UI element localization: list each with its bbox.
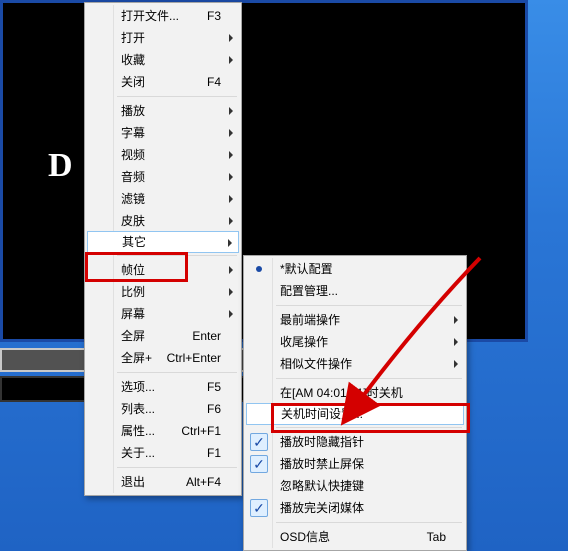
check-icon: ✓	[250, 433, 268, 451]
menu-label: 全屏+	[121, 351, 152, 365]
menu-ratio[interactable]: 比例	[87, 281, 239, 303]
menu-label: 相似文件操作	[280, 357, 352, 371]
menu-props[interactable]: 属性... Ctrl+F1	[87, 420, 239, 442]
app-letter: D	[48, 147, 73, 185]
submenu-shutdown-at[interactable]: 在[AM 04:01:01]时关机	[246, 382, 464, 404]
menu-label: 收藏	[121, 53, 145, 67]
chevron-right-icon	[229, 129, 233, 137]
menu-list[interactable]: 列表... F6	[87, 398, 239, 420]
menu-label: 最前端操作	[280, 313, 340, 327]
menu-label: 打开	[121, 31, 145, 45]
chevron-right-icon	[229, 34, 233, 42]
menu-exit[interactable]: 退出 Alt+F4	[87, 471, 239, 493]
chevron-right-icon	[228, 239, 232, 247]
menu-favorites[interactable]: 收藏	[87, 49, 239, 71]
submenu-tail-action[interactable]: 收尾操作	[246, 331, 464, 353]
shortcut: Ctrl+F1	[181, 420, 221, 442]
menu-label: 全屏	[121, 329, 145, 343]
submenu-config-manager[interactable]: 配置管理...	[246, 280, 464, 302]
chevron-right-icon	[229, 217, 233, 225]
menu-open-file[interactable]: 打开文件... F3	[87, 5, 239, 27]
menu-label: 在[AM 04:01:01]时关机	[280, 386, 403, 400]
chevron-right-icon	[229, 56, 233, 64]
menu-subtitle[interactable]: 字幕	[87, 122, 239, 144]
menu-skin[interactable]: 皮肤	[87, 210, 239, 232]
menu-label: 比例	[121, 285, 145, 299]
menu-label: 列表...	[121, 402, 155, 416]
menu-screen[interactable]: 屏幕	[87, 303, 239, 325]
context-menu: 打开文件... F3 打开 收藏 关闭 F4 播放 字幕 视频 音频 滤镜 皮肤…	[84, 2, 242, 496]
chevron-right-icon	[229, 195, 233, 203]
menu-label: 忽略默认快捷键	[280, 479, 364, 493]
menu-label: 属性...	[121, 424, 155, 438]
submenu-hide-pointer[interactable]: ✓ 播放时隐藏指针	[246, 431, 464, 453]
menu-fps[interactable]: 帧位	[87, 259, 239, 281]
menu-label: 播放	[121, 104, 145, 118]
menu-play[interactable]: 播放	[87, 100, 239, 122]
check-icon: ✓	[250, 499, 268, 517]
menu-label: 音频	[121, 170, 145, 184]
shortcut: Ctrl+Enter	[167, 347, 221, 369]
menu-filter[interactable]: 滤镜	[87, 188, 239, 210]
radio-checked-icon	[256, 266, 262, 272]
check-icon: ✓	[250, 455, 268, 473]
menu-label: *默认配置	[280, 262, 333, 276]
shortcut: Enter	[192, 325, 221, 347]
chevron-right-icon	[229, 107, 233, 115]
menu-label: 播放时禁止屏保	[280, 457, 364, 471]
menu-label: OSD信息	[280, 530, 330, 544]
chevron-right-icon	[454, 316, 458, 324]
chevron-right-icon	[229, 151, 233, 159]
menu-close[interactable]: 关闭 F4	[87, 71, 239, 93]
submenu-ignore-hotkeys[interactable]: 忽略默认快捷键	[246, 475, 464, 497]
menu-about[interactable]: 关于... F1	[87, 442, 239, 464]
menu-fullscreen[interactable]: 全屏 Enter	[87, 325, 239, 347]
menu-label: 退出	[121, 475, 145, 489]
menu-label: 屏幕	[121, 307, 145, 321]
menu-other[interactable]: 其它	[87, 231, 239, 253]
menu-label: 皮肤	[121, 214, 145, 228]
chevron-right-icon	[454, 338, 458, 346]
chevron-right-icon	[229, 266, 233, 274]
menu-fullscreen-plus[interactable]: 全屏+ Ctrl+Enter	[87, 347, 239, 369]
shortcut: Tab	[427, 526, 446, 548]
menu-options[interactable]: 选项... F5	[87, 376, 239, 398]
menu-label: 播放完关闭媒体	[280, 501, 364, 515]
menu-label: 帧位	[121, 263, 145, 277]
menu-label: 配置管理...	[280, 284, 338, 298]
submenu-close-media[interactable]: ✓ 播放完关闭媒体	[246, 497, 464, 519]
menu-audio[interactable]: 音频	[87, 166, 239, 188]
menu-label: 打开文件...	[121, 9, 179, 23]
shortcut: F4	[207, 71, 221, 93]
menu-label: 选项...	[121, 380, 155, 394]
submenu-disable-screensaver[interactable]: ✓ 播放时禁止屏保	[246, 453, 464, 475]
menu-label: 收尾操作	[280, 335, 328, 349]
menu-label: 关闭	[121, 75, 145, 89]
submenu-front-action[interactable]: 最前端操作	[246, 309, 464, 331]
submenu-osd[interactable]: OSD信息 Tab	[246, 526, 464, 548]
menu-label: 视频	[121, 148, 145, 162]
menu-label: 其它	[122, 235, 146, 249]
shortcut: F5	[207, 376, 221, 398]
shortcut: F3	[207, 5, 221, 27]
shortcut: Alt+F4	[186, 471, 221, 493]
submenu-similar-files[interactable]: 相似文件操作	[246, 353, 464, 375]
shortcut: F6	[207, 398, 221, 420]
chevron-right-icon	[229, 173, 233, 181]
menu-label: 滤镜	[121, 192, 145, 206]
submenu-shutdown-time-set[interactable]: 关机时间设置...	[246, 403, 464, 425]
menu-label: 字幕	[121, 126, 145, 140]
submenu-default-config[interactable]: *默认配置	[246, 258, 464, 280]
menu-open[interactable]: 打开	[87, 27, 239, 49]
chevron-right-icon	[229, 310, 233, 318]
chevron-right-icon	[229, 288, 233, 296]
chevron-right-icon	[454, 360, 458, 368]
menu-label: 关机时间设置...	[281, 407, 363, 421]
menu-label: 关于...	[121, 446, 155, 460]
menu-label: 播放时隐藏指针	[280, 435, 364, 449]
shortcut: F1	[207, 442, 221, 464]
submenu-other: *默认配置 配置管理... 最前端操作 收尾操作 相似文件操作 在[AM 04:…	[243, 255, 467, 551]
menu-video[interactable]: 视频	[87, 144, 239, 166]
